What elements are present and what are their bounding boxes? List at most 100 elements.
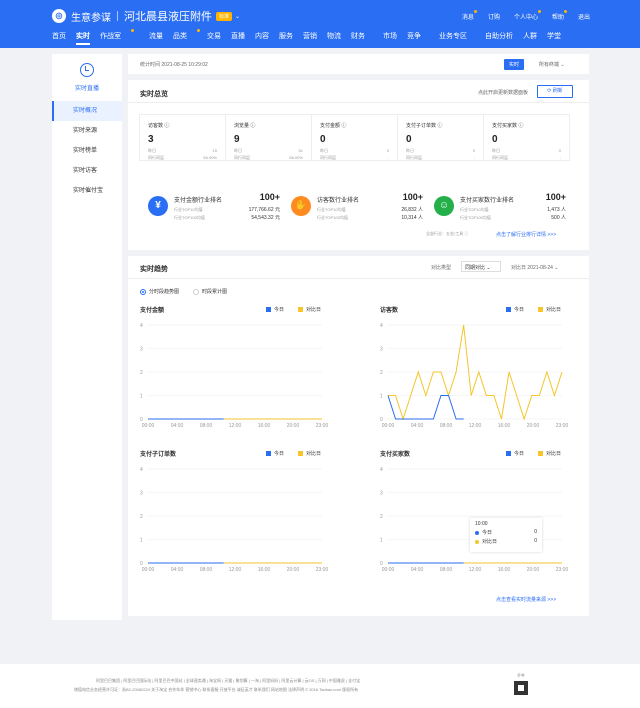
nav-category[interactable]: 品类: [173, 29, 200, 41]
compare-date-select[interactable]: 对比日 2021-08-24 ⌄: [511, 264, 559, 271]
compare-type-select[interactable]: 同期对比 ⌄: [461, 261, 501, 272]
metric-sub-value: 15: [212, 148, 217, 153]
x-tick-label: 23:00: [556, 423, 569, 429]
metric-value: 9: [234, 134, 240, 145]
clock-icon: [80, 63, 94, 77]
logout-link[interactable]: 退出: [578, 12, 590, 21]
chart-svg: 0 1 2 3 4 00:00 04:00 08:00 12:00 16:00 20:00 23:00: [380, 467, 569, 573]
nav-home[interactable]: 首页: [52, 31, 66, 41]
metric-label: 支付金额 ⓘ: [320, 123, 347, 129]
brand[interactable]: ◎ 生意参谋 河北晨县液压附件 标准 ⌄: [52, 8, 240, 24]
x-tick-label: 23:00: [556, 567, 569, 573]
nav-traffic[interactable]: 流量: [149, 31, 163, 41]
message-label: 消息: [461, 15, 474, 21]
sidebar-item-sources[interactable]: 实时来源: [52, 121, 122, 141]
message-link[interactable]: 消息: [461, 10, 477, 21]
metrics-row: 访客数 ⓘ 3 昨日 15 同行同层 66.00% 浏览量 ⓘ 9 昨日 51 同行同…: [139, 114, 570, 161]
nav-crowd[interactable]: 人群: [523, 31, 537, 41]
nav-business[interactable]: 业务专区: [439, 31, 467, 41]
metric-sub-label: 昨日: [492, 148, 500, 153]
metric-sub-label: 同行同层: [320, 155, 336, 160]
realtime-button[interactable]: 实时: [504, 59, 525, 70]
nav-trade[interactable]: 交易: [207, 31, 221, 41]
x-tick-label: 08:00: [200, 423, 213, 429]
x-tick-label: 08:00: [200, 567, 213, 573]
nav-service[interactable]: 服务: [279, 31, 293, 41]
rank-label: 行业TOP100均值: [317, 215, 348, 220]
nav-content[interactable]: 内容: [255, 31, 269, 41]
y-tick-label: 4: [140, 323, 143, 329]
metric-sub-label: 同行同层: [406, 155, 422, 160]
y-tick-label: 3: [140, 347, 143, 353]
main-nav: 首页 实时 作战室 流量 品类 交易 直播 内容 服务 营销 物流 财务 市场 …: [52, 29, 571, 45]
radio-label: 分时段趋势图: [149, 289, 180, 295]
rank-title: 访客数行业排名: [317, 198, 360, 204]
x-tick-label: 20:00: [287, 567, 300, 573]
x-tick-label: 16:00: [498, 567, 511, 573]
metric-label: 支付子订单数 ⓘ: [406, 123, 443, 129]
metric-value: 0: [492, 134, 498, 145]
terminal-select[interactable]: 所有终端 ⌄: [539, 61, 565, 68]
rank-label: 行业TOP100均值: [460, 215, 491, 220]
nav-academy[interactable]: 学堂: [547, 31, 561, 41]
radio-dot: [193, 288, 200, 295]
rank-avg: 54,543.32 元: [251, 215, 280, 221]
tooltip-dot: [475, 530, 479, 535]
rank-visitors: ✋ 访客数行业排名 100+ 行业TOP10均值 26,832 人 行业TOP1…: [291, 192, 431, 222]
industry-label: 全部行业：五金/工具 ⓘ: [426, 231, 469, 236]
nav-self-analysis[interactable]: 自助分析: [485, 31, 513, 41]
stat-time-bar: 统计时间 2021-08-25 10:29:02 实时 所有终端 ⌄: [128, 54, 589, 74]
divider: [128, 278, 589, 279]
nav-competition[interactable]: 竞争: [407, 31, 421, 41]
rank-buyers: ☺ 支付买家数行业排名 100+ 行业TOP10均值 1,473 人 行业TOP…: [434, 192, 574, 222]
sidebar-item-overview[interactable]: 实时概况: [52, 101, 122, 121]
rank-value: 100+: [259, 192, 280, 202]
radio-cumulative[interactable]: 时段累计图: [193, 288, 227, 295]
nav-finance[interactable]: 财务: [351, 31, 365, 41]
x-tick-label: 20:00: [527, 423, 540, 429]
help-link[interactable]: 帮助: [552, 10, 567, 21]
radio-hourly[interactable]: 分时段趋势图: [140, 288, 179, 295]
rank-avg: 177,766.62 元: [248, 207, 280, 213]
buyer-icon: ☺: [434, 196, 454, 216]
profile-label: 个人中心: [513, 15, 538, 21]
metric-label-text: 访客数: [148, 123, 164, 129]
sidebar-item-payment-reminder[interactable]: 实时催付宝: [52, 181, 122, 201]
refresh-button[interactable]: ⟳ 刷新: [537, 85, 573, 98]
x-tick-label: 16:00: [258, 567, 271, 573]
x-tick-label: 20:00: [287, 423, 300, 429]
nav-live[interactable]: 直播: [231, 31, 245, 41]
metric-pageviews: 浏览量 ⓘ 9 昨日 51 同行同层 66.00%: [226, 115, 312, 160]
rank-avg: 500 人: [551, 215, 566, 221]
metric-label: 浏览量 ⓘ: [234, 123, 256, 129]
chevron-down-icon[interactable]: ⌄: [235, 13, 240, 20]
nav-realtime[interactable]: 实时: [76, 31, 90, 45]
sidebar-item-visitors[interactable]: 实时访客: [52, 161, 122, 181]
x-tick-label: 12:00: [469, 423, 482, 429]
x-tick-label: 23:00: [316, 567, 329, 573]
footer-links[interactable]: 阿里巴巴集团 | 阿里巴巴国际站 | 阿里巴巴中国站 | 全球速卖通 | 淘宝网…: [96, 678, 360, 684]
metric-sub-value: -: [559, 155, 561, 160]
metric-sub-label: 昨日: [234, 148, 242, 153]
order-link[interactable]: 订购: [488, 12, 500, 21]
nav-war-room[interactable]: 作战室: [100, 29, 134, 41]
industry-rank-link[interactable]: 点击了解行业排行详情 >>>: [496, 231, 556, 238]
x-tick-label: 12:00: [469, 567, 482, 573]
auto-update-link[interactable]: 点此开启更新数据面板: [478, 89, 528, 96]
divider: [128, 102, 589, 103]
y-tick-label: 3: [380, 491, 383, 497]
nav-market[interactable]: 市场: [383, 31, 397, 41]
metric-sub-label: 同行同层: [492, 155, 508, 160]
unread-dot: [563, 10, 567, 13]
sidebar-item-rankings[interactable]: 实时榜单: [52, 141, 122, 161]
metric-sub-value: 66.00%: [203, 155, 217, 160]
nav-marketing[interactable]: 营销: [303, 31, 317, 41]
nav-logistics[interactable]: 物流: [327, 31, 341, 41]
traffic-source-link[interactable]: 点击查看实时流量来源 >>>: [496, 596, 556, 603]
nav-war-room-label: 作战室: [100, 33, 121, 40]
nav-category-label: 品类: [173, 33, 187, 40]
metric-sub-label: 昨日: [320, 148, 328, 153]
x-tick-label: 00:00: [142, 567, 155, 573]
profile-link[interactable]: 个人中心: [513, 10, 541, 21]
x-tick-label: 23:00: [316, 423, 329, 429]
